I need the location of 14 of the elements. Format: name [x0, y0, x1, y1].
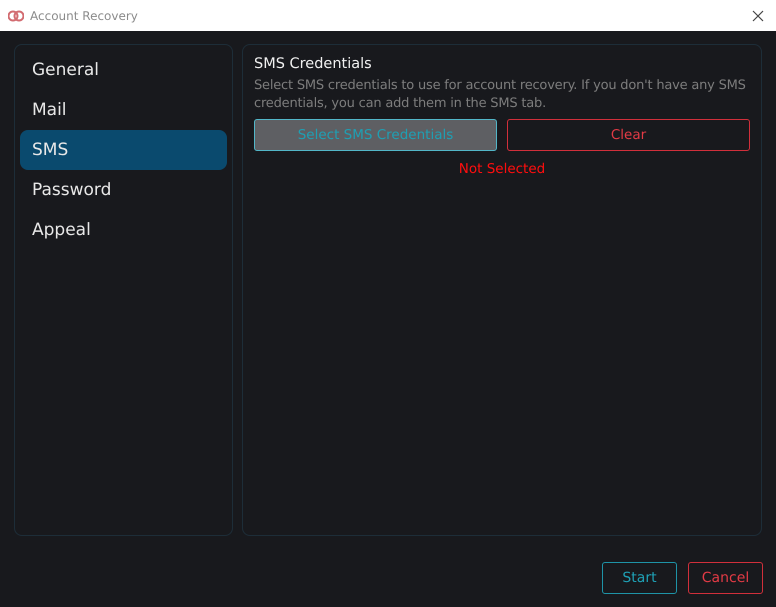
start-button[interactable]: Start — [602, 562, 677, 594]
selection-status: Not Selected — [458, 161, 546, 177]
section-description: Select SMS credentials to use for account recovery. If you don't have any SMS credentials, you can add them in the SMS tab. — [254, 77, 747, 113]
sidebar-item[interactable]: Appeal — [20, 210, 227, 250]
window-title: Account Recovery — [30, 8, 139, 22]
close-icon[interactable] — [752, 10, 764, 22]
sidebar-item[interactable]: General — [20, 50, 227, 90]
logo-icon — [8, 10, 24, 22]
cancel-button[interactable]: Cancel — [688, 562, 763, 594]
sidebar-item[interactable]: Mail — [20, 90, 227, 130]
section-title: SMS Credentials — [254, 56, 373, 72]
clear-button[interactable]: Clear — [507, 119, 750, 151]
sidebar-item[interactable]: SMS — [20, 130, 227, 170]
sidebar-item[interactable]: Password — [20, 170, 227, 210]
